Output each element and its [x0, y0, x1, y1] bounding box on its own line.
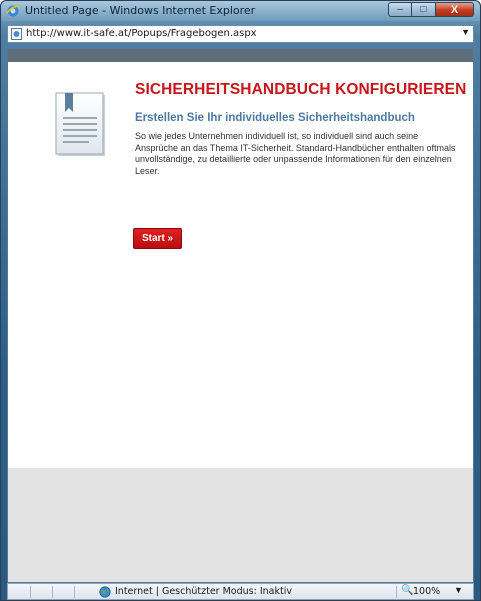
- page-content: SICHERHEITSHANDBUCH KONFIGURIEREN Erstel…: [7, 48, 474, 583]
- status-separator: [30, 586, 31, 598]
- zoom-icon[interactable]: 🔍: [401, 585, 413, 596]
- address-bar[interactable]: http://www.it-safe.at/Popups/Fragebogen.…: [7, 25, 474, 43]
- globe-icon: [99, 586, 111, 598]
- status-bar: Internet | Geschützter Modus: Inaktiv 🔍 …: [7, 583, 474, 600]
- status-separator: [396, 586, 397, 598]
- page-heading: SICHERHEITSHANDBUCH KONFIGURIEREN: [135, 81, 467, 98]
- status-separator: [74, 586, 75, 598]
- window-title: Untitled Page - Windows Internet Explore…: [25, 4, 256, 17]
- security-zone-status[interactable]: Internet | Geschützter Modus: Inaktiv: [115, 586, 292, 597]
- document-icon: [55, 92, 105, 156]
- content-panel: SICHERHEITSHANDBUCH KONFIGURIEREN Erstel…: [8, 62, 473, 468]
- page-icon: [11, 28, 22, 40]
- start-button[interactable]: Start »: [133, 228, 183, 249]
- status-separator: [52, 586, 53, 598]
- page-top-bar: [8, 49, 473, 62]
- close-button[interactable]: X: [436, 2, 474, 17]
- ie-logo-icon: [6, 5, 20, 17]
- address-url[interactable]: http://www.it-safe.at/Popups/Fragebogen.…: [26, 28, 257, 39]
- zoom-level[interactable]: 100%: [413, 586, 440, 597]
- address-dropdown-icon[interactable]: ▼: [461, 27, 470, 37]
- minimize-button[interactable]: –: [388, 2, 412, 17]
- window-controls: – □ X: [388, 2, 474, 18]
- browser-window: Untitled Page - Windows Internet Explore…: [0, 0, 481, 601]
- maximize-button[interactable]: □: [412, 2, 436, 17]
- title-bar[interactable]: Untitled Page - Windows Internet Explore…: [1, 1, 480, 21]
- zoom-dropdown-icon[interactable]: ▼: [454, 585, 463, 595]
- page-subheading: Erstellen Sie Ihr individuelles Sicherhe…: [135, 112, 415, 124]
- intro-text: So wie jedes Unternehmen individuell ist…: [135, 131, 456, 176]
